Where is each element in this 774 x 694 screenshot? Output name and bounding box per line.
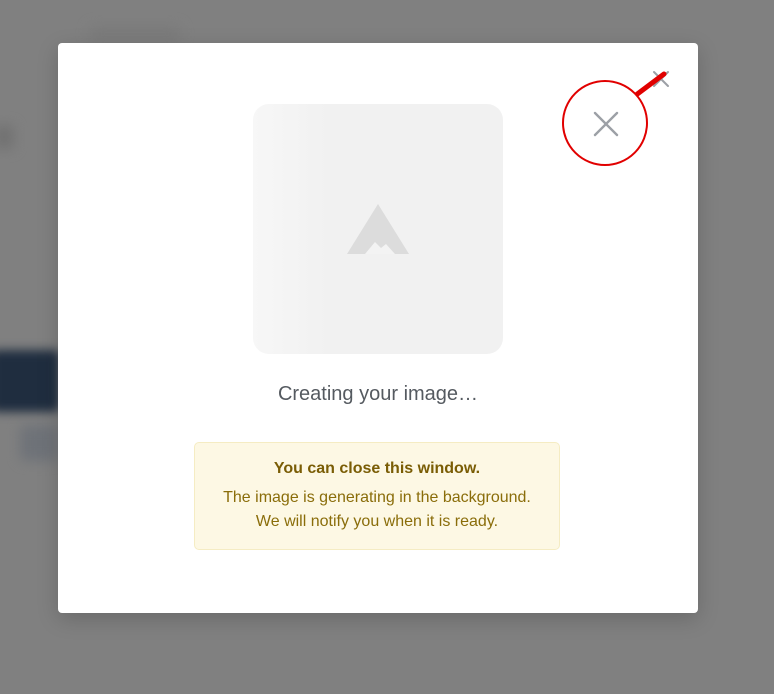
- close-button[interactable]: [649, 67, 673, 91]
- notice-line: We will notify you when it is ready.: [255, 513, 499, 530]
- notice-line: The image is generating in the backgroun…: [223, 489, 531, 506]
- status-message: Creating your image…: [277, 383, 479, 405]
- close-icon: [653, 71, 669, 87]
- blurred-background-element: [20, 425, 58, 461]
- mountain-image-icon: [347, 204, 409, 254]
- blurred-background-element: [0, 125, 14, 149]
- image-placeholder: [253, 104, 503, 354]
- annotation-highlight-circle: [562, 80, 648, 166]
- background-notice: You can close this window. The image is …: [194, 442, 560, 550]
- notice-title: You can close this window.: [273, 460, 481, 477]
- blurred-background-element: [90, 26, 180, 42]
- notice-body: The image is generating in the backgroun…: [195, 486, 559, 534]
- blurred-background-element: [0, 350, 60, 412]
- close-icon: [593, 111, 619, 137]
